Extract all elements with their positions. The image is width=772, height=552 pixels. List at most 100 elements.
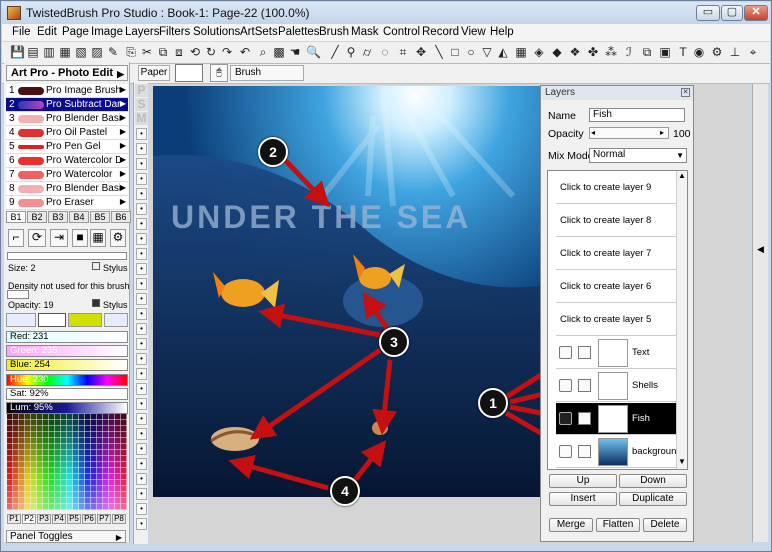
- photo-icon[interactable]: ▣: [658, 45, 672, 60]
- menu-palettes[interactable]: Palettes: [278, 26, 320, 38]
- psm-slot[interactable]: •: [136, 158, 147, 170]
- psm-slot[interactable]: •: [136, 338, 147, 350]
- menu-artsets[interactable]: ArtSets: [240, 26, 278, 38]
- psm-slot[interactable]: •: [136, 128, 147, 140]
- magnify-icon[interactable]: 🔍: [306, 45, 321, 60]
- fill-icon[interactable]: ◭: [496, 45, 510, 60]
- page-prev-icon[interactable]: ▦: [58, 45, 72, 60]
- text-icon[interactable]: T: [676, 45, 690, 60]
- brush-row-6[interactable]: 6 Pro Watercolor Dry▶: [6, 154, 128, 168]
- palette-tab-p1[interactable]: P1: [7, 514, 21, 524]
- menu-file[interactable]: File: [12, 26, 31, 38]
- menu-filters[interactable]: Filters: [159, 26, 190, 38]
- psm-slot[interactable]: •: [136, 458, 147, 470]
- psm-slot[interactable]: •: [136, 293, 147, 305]
- layer-merge-button[interactable]: Merge: [549, 518, 593, 532]
- psm-slot[interactable]: •: [136, 353, 147, 365]
- psm-slot[interactable]: •: [136, 203, 147, 215]
- copy-icon[interactable]: ⎘: [124, 45, 138, 60]
- page-next-icon[interactable]: ▧: [74, 45, 88, 60]
- zoom-icon[interactable]: ⌕: [256, 45, 270, 60]
- maximize-button[interactable]: ▢: [721, 5, 743, 21]
- psm-slot[interactable]: •: [136, 413, 147, 425]
- brush-tab-b4[interactable]: B4: [69, 211, 89, 223]
- hue-slider[interactable]: Hue: 230: [6, 374, 128, 386]
- menu-solutions[interactable]: Solutions: [193, 26, 240, 38]
- brush-tab-b2[interactable]: B2: [27, 211, 47, 223]
- tertiary-color-swatch[interactable]: [104, 313, 128, 327]
- paste-icon[interactable]: ⧉: [156, 45, 170, 60]
- brush-row-4[interactable]: 4 Pro Oil Pastel ▶: [6, 126, 128, 140]
- psm-slot[interactable]: •: [136, 218, 147, 230]
- book-icon[interactable]: ▥: [42, 45, 56, 60]
- polygon-icon[interactable]: ▽: [480, 45, 494, 60]
- palette-tab-p4[interactable]: P4: [52, 514, 66, 524]
- psm-slot[interactable]: •: [136, 443, 147, 455]
- empty-layer-8[interactable]: Click to create layer 8: [556, 205, 683, 237]
- chevron-left-icon[interactable]: ◀: [757, 244, 764, 255]
- menu-record[interactable]: Record: [422, 26, 459, 38]
- psm-slot[interactable]: •: [136, 173, 147, 185]
- brush-grid-icon[interactable]: ▦: [90, 229, 106, 247]
- palette-tab-p5[interactable]: P5: [67, 514, 81, 524]
- mouse-icon[interactable]: 🖰: [210, 64, 228, 82]
- cylinder-icon[interactable]: ⌭: [360, 45, 374, 60]
- opacity-slider[interactable]: [7, 290, 29, 299]
- menu-control[interactable]: Control: [383, 26, 420, 38]
- stylus-checkbox-checked[interactable]: [92, 299, 100, 307]
- layer-up-button[interactable]: Up: [549, 474, 617, 488]
- blue-slider[interactable]: Blue: 254: [6, 359, 128, 371]
- menu-edit[interactable]: Edit: [37, 26, 57, 38]
- select-toggle[interactable]: S: [135, 98, 148, 111]
- palette-tab-p6[interactable]: P6: [82, 514, 96, 524]
- brush-line-icon[interactable]: ⇥: [50, 229, 68, 247]
- psm-slot[interactable]: •: [136, 518, 147, 530]
- eye-icon[interactable]: [559, 346, 572, 359]
- hand-icon[interactable]: ☚: [288, 45, 302, 60]
- layer-list-scrollbar[interactable]: ▲ ▼: [676, 171, 687, 469]
- undo-icon[interactable]: ↶: [238, 45, 252, 60]
- mask-toggle[interactable]: M: [135, 112, 148, 125]
- psm-slot[interactable]: •: [136, 488, 147, 500]
- cut-icon[interactable]: ✂: [140, 45, 154, 60]
- brush-square-icon[interactable]: ■: [72, 229, 88, 247]
- green-slider[interactable]: Green: 235: [6, 345, 128, 357]
- brush-row-8[interactable]: 8 Pro Blender Basic ▶: [6, 182, 128, 196]
- layer-flatten-button[interactable]: Flatten: [596, 518, 640, 532]
- layers-icon[interactable]: ⧈: [172, 45, 186, 60]
- brush-icon[interactable]: ✎: [106, 45, 120, 60]
- layer-row-shells[interactable]: Shells: [556, 370, 683, 402]
- psm-slot[interactable]: •: [136, 398, 147, 410]
- spray-icon[interactable]: ⁂: [604, 45, 618, 60]
- layer-row-fish[interactable]: Fish: [556, 403, 683, 435]
- paste-image-icon[interactable]: ⧉: [640, 45, 654, 60]
- secondary-color-swatch[interactable]: [68, 313, 102, 327]
- layer-opacity-slider[interactable]: ◂ ▸: [589, 127, 669, 139]
- brush-tab-b5[interactable]: B5: [90, 211, 110, 223]
- lasso-icon[interactable]: ◌: [378, 45, 392, 60]
- eye-icon[interactable]: [559, 445, 572, 458]
- cursor-icon[interactable]: ⌖: [746, 45, 760, 60]
- menu-mask[interactable]: Mask: [351, 26, 378, 38]
- layer-down-button[interactable]: Down: [619, 474, 687, 488]
- brush-row-1[interactable]: 1 Pro Image Brush Sta▶: [6, 84, 128, 98]
- camera-icon[interactable]: ◉: [692, 45, 706, 60]
- psm-slot[interactable]: •: [136, 323, 147, 335]
- psm-slot[interactable]: •: [136, 278, 147, 290]
- eye-icon[interactable]: [559, 412, 572, 425]
- psm-slot[interactable]: •: [136, 248, 147, 260]
- minimize-button[interactable]: ▭: [696, 5, 720, 21]
- layer-row-background[interactable]: background: [556, 436, 683, 468]
- brush-flow-icon[interactable]: ⟳: [28, 229, 46, 247]
- menu-image[interactable]: Image: [91, 26, 123, 38]
- brush-shape-icon[interactable]: ⌐: [8, 229, 24, 247]
- sat-slider[interactable]: Sat: 92%: [6, 388, 128, 400]
- lock-icon[interactable]: [578, 412, 591, 425]
- scroll-down-icon[interactable]: ▼: [678, 457, 686, 466]
- psm-slot[interactable]: •: [136, 503, 147, 515]
- close-button[interactable]: ✕: [744, 5, 768, 21]
- brush-mode-button[interactable]: Brush: [230, 65, 304, 81]
- eye-icon[interactable]: [559, 379, 572, 392]
- mixmode-select[interactable]: Normal ▼: [589, 148, 687, 163]
- menu-view[interactable]: View: [461, 26, 486, 38]
